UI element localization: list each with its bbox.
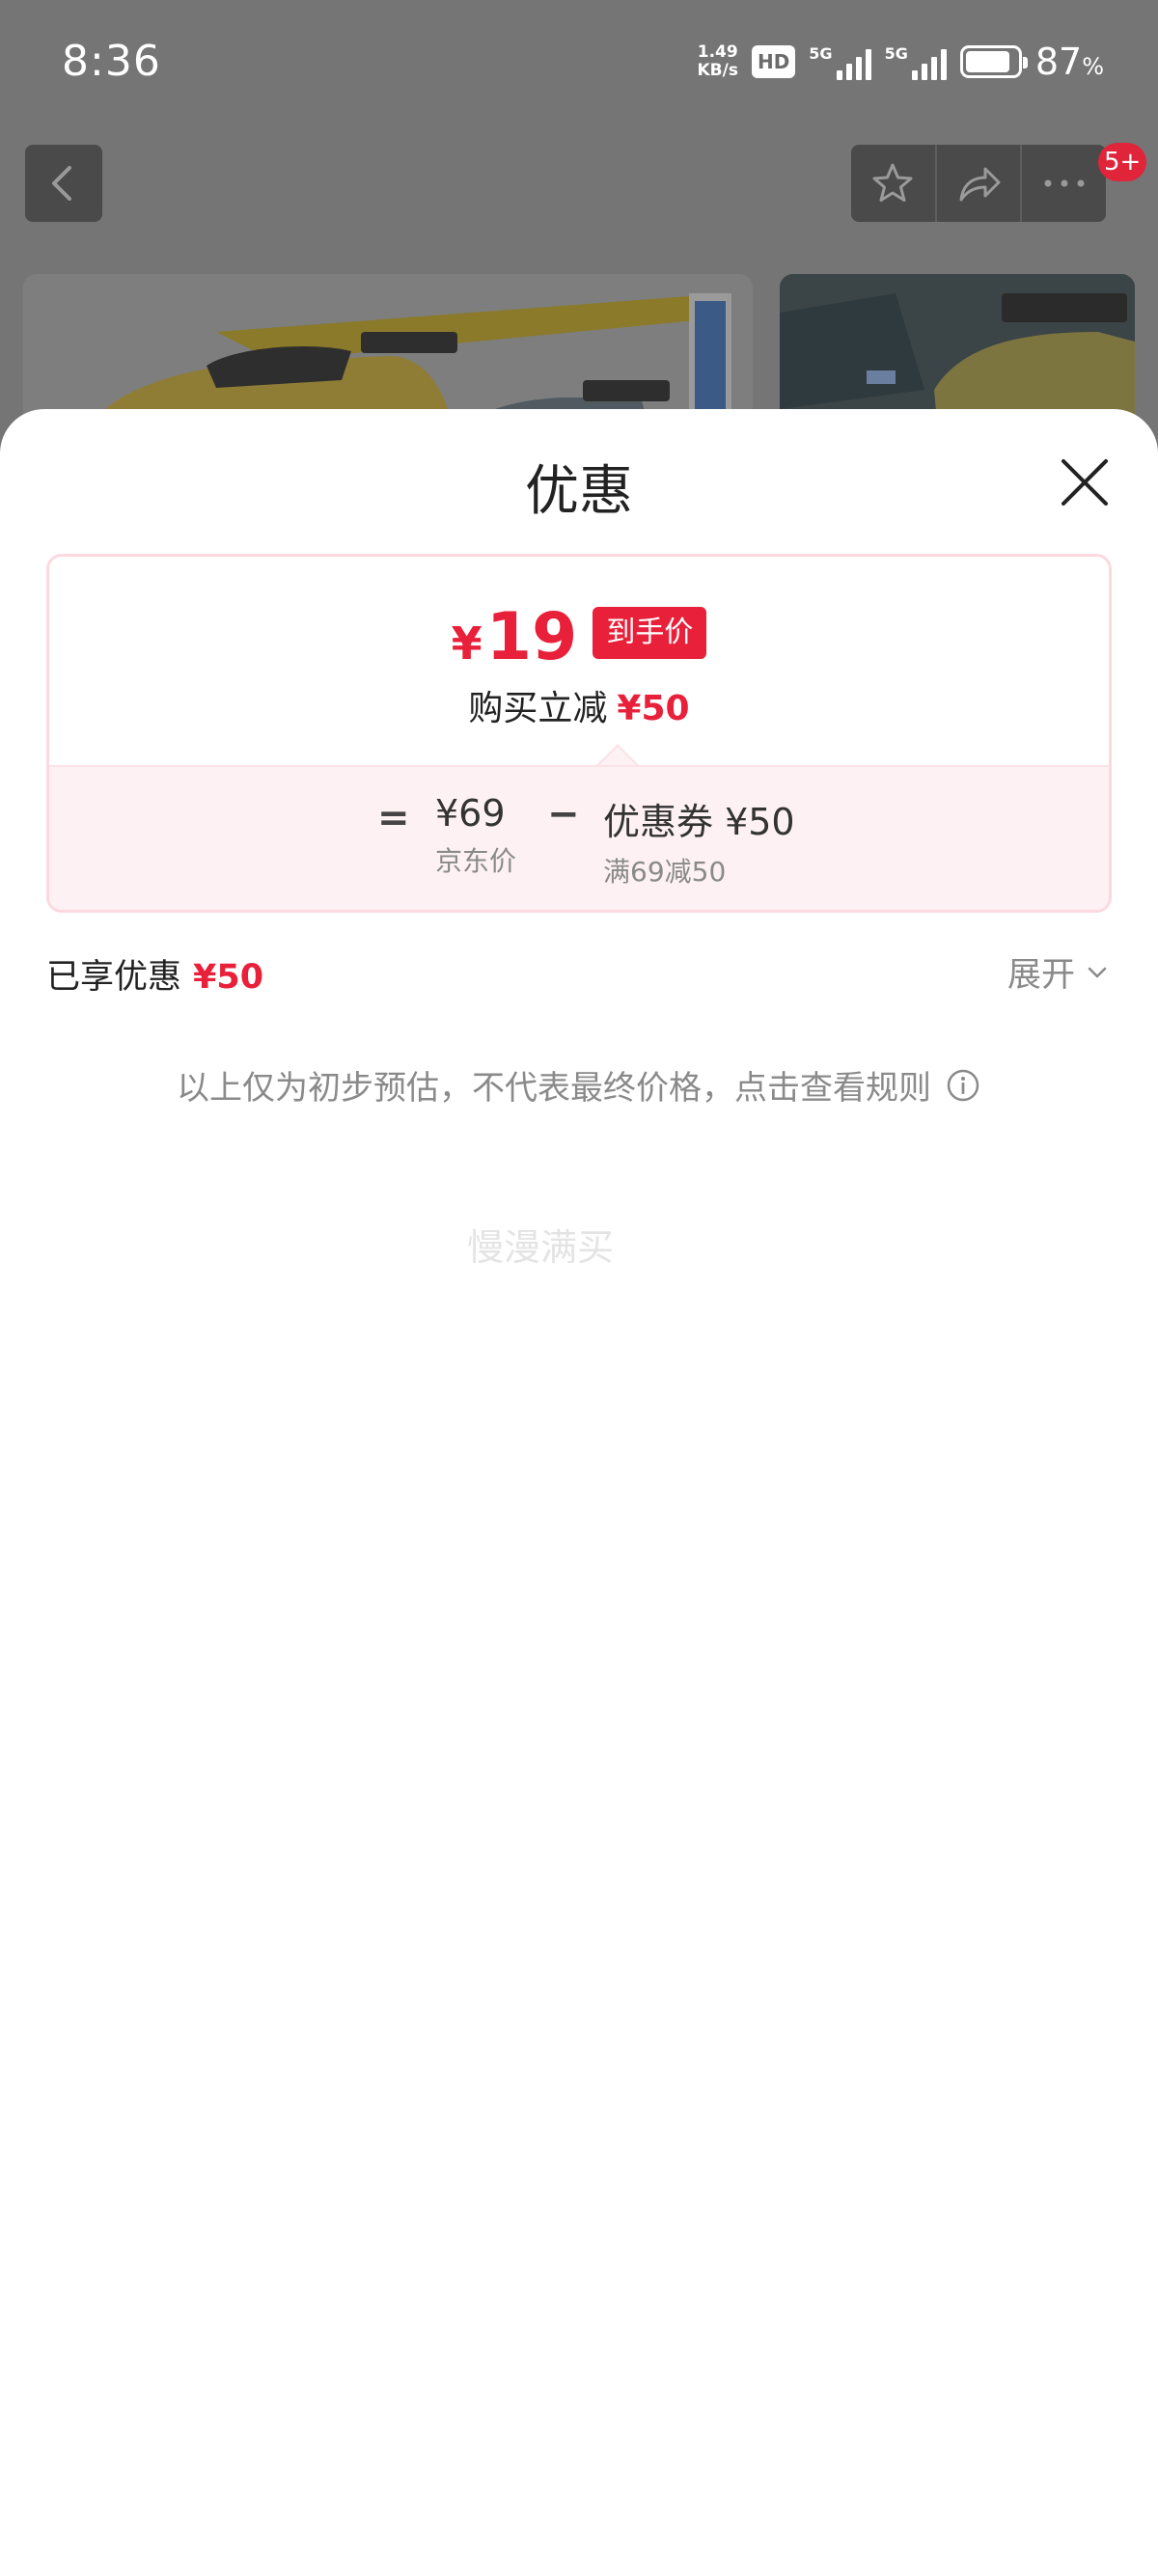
battery-percentage: 87% xyxy=(1034,41,1104,83)
chevron-down-icon xyxy=(1088,967,1107,977)
discount-sheet: 优惠 ¥ 19 到手价 购买立减 ¥50 = ¥69 京东价 − 优惠券 ¥50… xyxy=(0,409,1158,2576)
sim1-signal-icon: 5G xyxy=(809,43,871,80)
jd-price-term: ¥69 京东价 xyxy=(435,792,516,879)
jd-price-label: 京东价 xyxy=(435,845,517,877)
watermark-text: 慢漫满买 xyxy=(467,1226,615,1269)
sim2-signal-icon: 5G xyxy=(885,44,947,80)
coupon-value: 优惠券 ¥50 xyxy=(603,801,795,843)
price-disclaimer-link[interactable]: 以上仅为初步预估，不代表最终价格，点击查看规则 xyxy=(0,1061,1158,1109)
instant-reduction-amount: ¥50 xyxy=(617,689,690,728)
sheet-title: 优惠 xyxy=(525,460,633,523)
close-icon xyxy=(1062,459,1108,506)
network-speed-value: 1.49 xyxy=(697,42,738,62)
star-icon xyxy=(872,163,913,202)
close-button[interactable] xyxy=(1056,453,1114,511)
chevron-left-icon xyxy=(52,166,71,201)
expand-button[interactable]: 展开 xyxy=(1007,947,1110,997)
jd-price-value: ¥69 xyxy=(435,792,506,835)
sim1-network-type: 5G xyxy=(809,43,833,63)
enjoyed-discount-amount: ¥50 xyxy=(193,958,264,997)
battery-icon xyxy=(959,45,1028,78)
top-action-group xyxy=(851,145,1106,222)
instant-reduction-row: 购买立减 ¥50 xyxy=(49,680,1109,730)
final-price-row: ¥ 19 到手价 xyxy=(49,599,1109,675)
coupon-condition: 满69减50 xyxy=(603,856,727,888)
network-speed-unit: KB/s xyxy=(697,61,738,80)
coupon-term: 优惠券 ¥50 满69减50 xyxy=(603,792,795,890)
more-dots-icon xyxy=(1044,179,1085,187)
status-bar: 8:36 1.49 KB/s HD 5G 5G 87% xyxy=(0,0,1158,135)
back-button[interactable] xyxy=(25,145,102,222)
final-price-tag: 到手价 xyxy=(593,606,707,659)
info-icon xyxy=(947,1069,979,1101)
final-price-value: 19 xyxy=(485,599,578,675)
favorite-button[interactable] xyxy=(851,145,935,222)
currency-symbol: ¥ xyxy=(451,617,482,670)
enjoyed-discount-row: 已享优惠 ¥50 xyxy=(46,949,263,999)
final-price: ¥ 19 xyxy=(452,599,578,675)
price-breakdown-card: ¥ 19 到手价 购买立减 ¥50 = ¥69 京东价 − 优惠券 ¥50 满6… xyxy=(46,554,1112,913)
hd-voice-icon: HD xyxy=(751,45,796,78)
app-root: 8:36 1.49 KB/s HD 5G 5G 87% 5+ 优惠 ¥ 19 到… xyxy=(0,0,1158,2576)
expand-label: 展开 xyxy=(1007,956,1076,995)
equals-sign: = xyxy=(377,796,410,840)
instant-reduction-label: 购买立减 xyxy=(468,689,608,728)
share-icon xyxy=(959,167,1001,202)
disclaimer-text: 以上仅为初步预估，不代表最终价格，点击查看规则 xyxy=(177,1069,931,1108)
clock: 8:36 xyxy=(62,37,161,86)
final-price-section: ¥ 19 到手价 购买立减 ¥50 xyxy=(49,557,1109,765)
more-button[interactable] xyxy=(1020,145,1106,222)
status-icons: 1.49 KB/s HD 5G 5G 87% xyxy=(697,41,1104,83)
enjoyed-discount-label: 已享优惠 xyxy=(46,958,182,997)
network-speed: 1.49 KB/s xyxy=(697,43,737,80)
share-button[interactable] xyxy=(934,145,1021,222)
price-formula-section: = ¥69 京东价 − 优惠券 ¥50 满69减50 xyxy=(49,765,1109,910)
message-count-badge: 5+ xyxy=(1098,143,1147,181)
sim2-network-type: 5G xyxy=(884,43,908,63)
minus-sign: − xyxy=(547,792,580,836)
